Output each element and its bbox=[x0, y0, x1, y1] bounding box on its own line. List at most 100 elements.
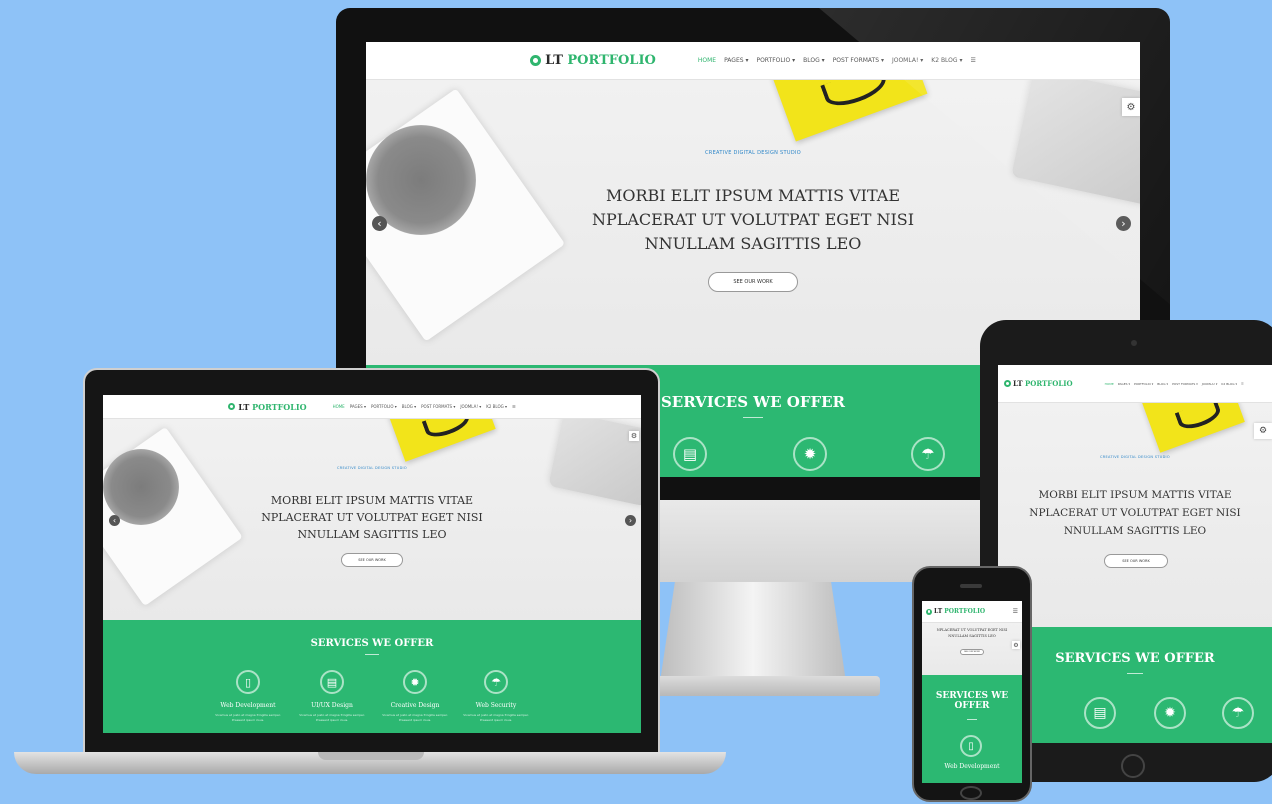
menu-pages[interactable]: PAGES ▾ bbox=[1118, 382, 1130, 386]
phone-screen: LT PORTFOLIO ☰ NPLACERAT UT VOLUTPAT EGE… bbox=[922, 601, 1022, 783]
slider-next-icon[interactable]: › bbox=[1116, 216, 1131, 231]
tablet-camera bbox=[1131, 340, 1137, 346]
services-divider bbox=[967, 719, 977, 720]
umbrella-icon: ☂ bbox=[911, 437, 945, 471]
services-divider bbox=[365, 654, 379, 655]
menu-k2-blog[interactable]: K2 BLOG ▾ bbox=[486, 404, 507, 409]
menu-k2-blog[interactable]: K2 BLOG ▾ bbox=[1221, 382, 1237, 386]
navbar: LT PORTFOLIO HOME PAGES ▾ PORTFOLIO ▾ BL… bbox=[998, 365, 1272, 403]
menu-home[interactable]: HOME bbox=[1105, 382, 1114, 386]
services-section: SERVICES WE OFFER ▯ ▤ ✹ ☂ Web Developmen… bbox=[103, 620, 641, 733]
menu-post-formats[interactable]: POST FORMATS ▾ bbox=[421, 404, 455, 409]
service-label-web-security: Web Security bbox=[475, 702, 517, 709]
menu-home[interactable]: HOME bbox=[698, 57, 716, 64]
umbrella-icon: ☂ bbox=[1222, 697, 1254, 729]
hero-headline-line-1: MORBI ELIT IPSUM MATTIS VITAE bbox=[1038, 489, 1232, 501]
hero-headline-line-3: NNULLAM SAGITTIS LEO bbox=[644, 234, 862, 253]
tablet-home-button bbox=[1121, 754, 1145, 778]
logo-mark-icon bbox=[926, 608, 932, 615]
slider-prev-icon[interactable]: ‹ bbox=[109, 515, 120, 526]
hero-headline: MORBI ELIT IPSUM MATTIS VITAE NPLACERAT … bbox=[103, 492, 641, 543]
logo-prefix: LT bbox=[238, 401, 250, 412]
menu-toggle-icon[interactable]: ☰ bbox=[1241, 382, 1244, 386]
site-logo[interactable]: LT PORTFOLIO bbox=[926, 608, 985, 615]
menu-joomla[interactable]: JOOMLA! ▾ bbox=[1202, 382, 1218, 386]
website: LT PORTFOLIO ☰ NPLACERAT UT VOLUTPAT EGE… bbox=[922, 601, 1022, 783]
hero-headline-line-1: MORBI ELIT IPSUM MATTIS VITAE bbox=[270, 494, 474, 507]
see-our-work-button[interactable]: SEE OUR WORK bbox=[341, 553, 403, 567]
settings-gear-icon[interactable]: ⚙ bbox=[1254, 423, 1272, 439]
settings-gear-icon[interactable]: ⚙ bbox=[629, 431, 639, 441]
website: LT PORTFOLIO HOME PAGES ▾ PORTFOLIO ▾ BL… bbox=[998, 365, 1272, 743]
menu-portfolio[interactable]: PORTFOLIO ▾ bbox=[1134, 382, 1153, 386]
menu-k2-blog[interactable]: K2 BLOG ▾ bbox=[931, 57, 962, 64]
see-our-work-button[interactable]: SEE OUR WORK bbox=[960, 649, 984, 655]
gear-icon: ✹ bbox=[793, 437, 827, 471]
menu-toggle-icon[interactable]: ☰ bbox=[1013, 608, 1018, 615]
mobile-icon: ▯ bbox=[960, 735, 982, 757]
logo-name: PORTFOLIO bbox=[944, 608, 986, 615]
services-title-line-2: OFFER bbox=[954, 701, 990, 711]
tablet-screen: LT PORTFOLIO HOME PAGES ▾ PORTFOLIO ▾ BL… bbox=[998, 365, 1272, 743]
hero-eyebrow: CREATIVE DIGITAL DESIGN STUDIO bbox=[705, 150, 801, 156]
services-title-line-1: SERVICES WE bbox=[935, 691, 1009, 701]
logo-prefix: LT bbox=[1013, 379, 1023, 388]
menu-toggle-icon[interactable]: ☰ bbox=[512, 404, 516, 409]
hero-headline-line-1: MORBI ELIT IPSUM MATTIS VITAE bbox=[605, 186, 901, 205]
service-label-web-development: Web Development bbox=[944, 763, 1000, 770]
service-label-ui-ux-design: UI/UX Design bbox=[311, 702, 353, 709]
document-icon: ▤ bbox=[320, 670, 344, 694]
see-our-work-button[interactable]: SEE OUR WORK bbox=[1104, 554, 1168, 568]
main-menu: HOME PAGES ▾ PORTFOLIO ▾ BLOG ▾ POST FOR… bbox=[698, 57, 976, 64]
slider-next-icon[interactable]: › bbox=[625, 515, 636, 526]
main-menu: HOME PAGES ▾ PORTFOLIO ▾ BLOG ▾ POST FOR… bbox=[1105, 382, 1244, 386]
settings-gear-icon[interactable]: ⚙ bbox=[1122, 98, 1140, 116]
menu-pages[interactable]: PAGES ▾ bbox=[350, 404, 366, 409]
hero-decor-sticky bbox=[768, 80, 928, 142]
menu-post-formats[interactable]: POST FORMATS ▾ bbox=[833, 57, 884, 64]
services-divider bbox=[1127, 673, 1143, 674]
hero-slider: CREATIVE DIGITAL DESIGN STUDIO MORBI ELI… bbox=[998, 403, 1272, 627]
service-text: Vivamus et justo et magna fringilla semp… bbox=[463, 713, 529, 722]
hero-slider: CREATIVE DIGITAL DESIGN STUDIO MORBI ELI… bbox=[103, 419, 641, 620]
logo-name: PORTFOLIO bbox=[567, 53, 656, 68]
menu-post-formats[interactable]: POST FORMATS ▾ bbox=[1172, 382, 1198, 386]
logo-mark-icon bbox=[530, 55, 542, 66]
services-title: SERVICES WE OFFER bbox=[922, 691, 1022, 711]
document-icon: ▤ bbox=[673, 437, 707, 471]
settings-gear-icon[interactable]: ⚙ bbox=[1012, 641, 1020, 649]
phone-home-button bbox=[960, 786, 982, 800]
site-logo[interactable]: LT PORTFOLIO bbox=[228, 401, 307, 412]
hero-headline-line-3: NNULLAM SAGITTIS LEO bbox=[297, 528, 447, 541]
hero-headline-line-2: NNULLAM SAGITTIS LEO bbox=[948, 634, 996, 638]
menu-blog[interactable]: BLOG ▾ bbox=[1157, 382, 1168, 386]
logo-name: PORTFOLIO bbox=[252, 401, 307, 412]
services-section: SERVICES WE OFFER ▯ Web Development bbox=[922, 675, 1022, 783]
hero-eyebrow: CREATIVE DIGITAL DESIGN STUDIO bbox=[337, 466, 407, 470]
menu-portfolio[interactable]: PORTFOLIO ▾ bbox=[756, 57, 795, 64]
menu-blog[interactable]: BLOG ▾ bbox=[402, 404, 416, 409]
site-logo[interactable]: LT PORTFOLIO bbox=[530, 53, 656, 68]
menu-pages[interactable]: PAGES ▾ bbox=[724, 57, 748, 64]
service-text: Vivamus et justo et magna fringilla semp… bbox=[299, 713, 365, 722]
hero-headline: MORBI ELIT IPSUM MATTIS VITAE NPLACERAT … bbox=[366, 184, 1140, 256]
menu-home[interactable]: HOME bbox=[333, 404, 345, 409]
menu-joomla[interactable]: JOOMLA! ▾ bbox=[892, 57, 923, 64]
laptop-notch bbox=[318, 752, 424, 760]
menu-blog[interactable]: BLOG ▾ bbox=[803, 57, 825, 64]
site-logo[interactable]: LT PORTFOLIO bbox=[1004, 379, 1073, 388]
menu-toggle-icon[interactable]: ☰ bbox=[970, 57, 975, 64]
menu-joomla[interactable]: JOOMLA! ▾ bbox=[460, 404, 481, 409]
hero-headline: NPLACERAT UT VOLUTPAT EGET NISI NNULLAM … bbox=[922, 627, 1022, 639]
hero-headline-line-2: NPLACERAT UT VOLUTPAT EGET NISI bbox=[261, 511, 483, 524]
see-our-work-button[interactable]: SEE OUR WORK bbox=[708, 272, 798, 292]
apple-logo-icon bbox=[730, 518, 776, 566]
hero-eyebrow: CREATIVE DIGITAL DESIGN STUDIO bbox=[1100, 455, 1170, 459]
mobile-icon: ▯ bbox=[236, 670, 260, 694]
logo-prefix: LT bbox=[545, 53, 563, 68]
laptop-screen: LT PORTFOLIO HOME PAGES ▾ PORTFOLIO ▾ BL… bbox=[103, 395, 641, 733]
slider-prev-icon[interactable]: ‹ bbox=[372, 216, 387, 231]
logo-mark-icon bbox=[228, 403, 236, 410]
logo-prefix: LT bbox=[934, 608, 943, 615]
menu-portfolio[interactable]: PORTFOLIO ▾ bbox=[371, 404, 397, 409]
